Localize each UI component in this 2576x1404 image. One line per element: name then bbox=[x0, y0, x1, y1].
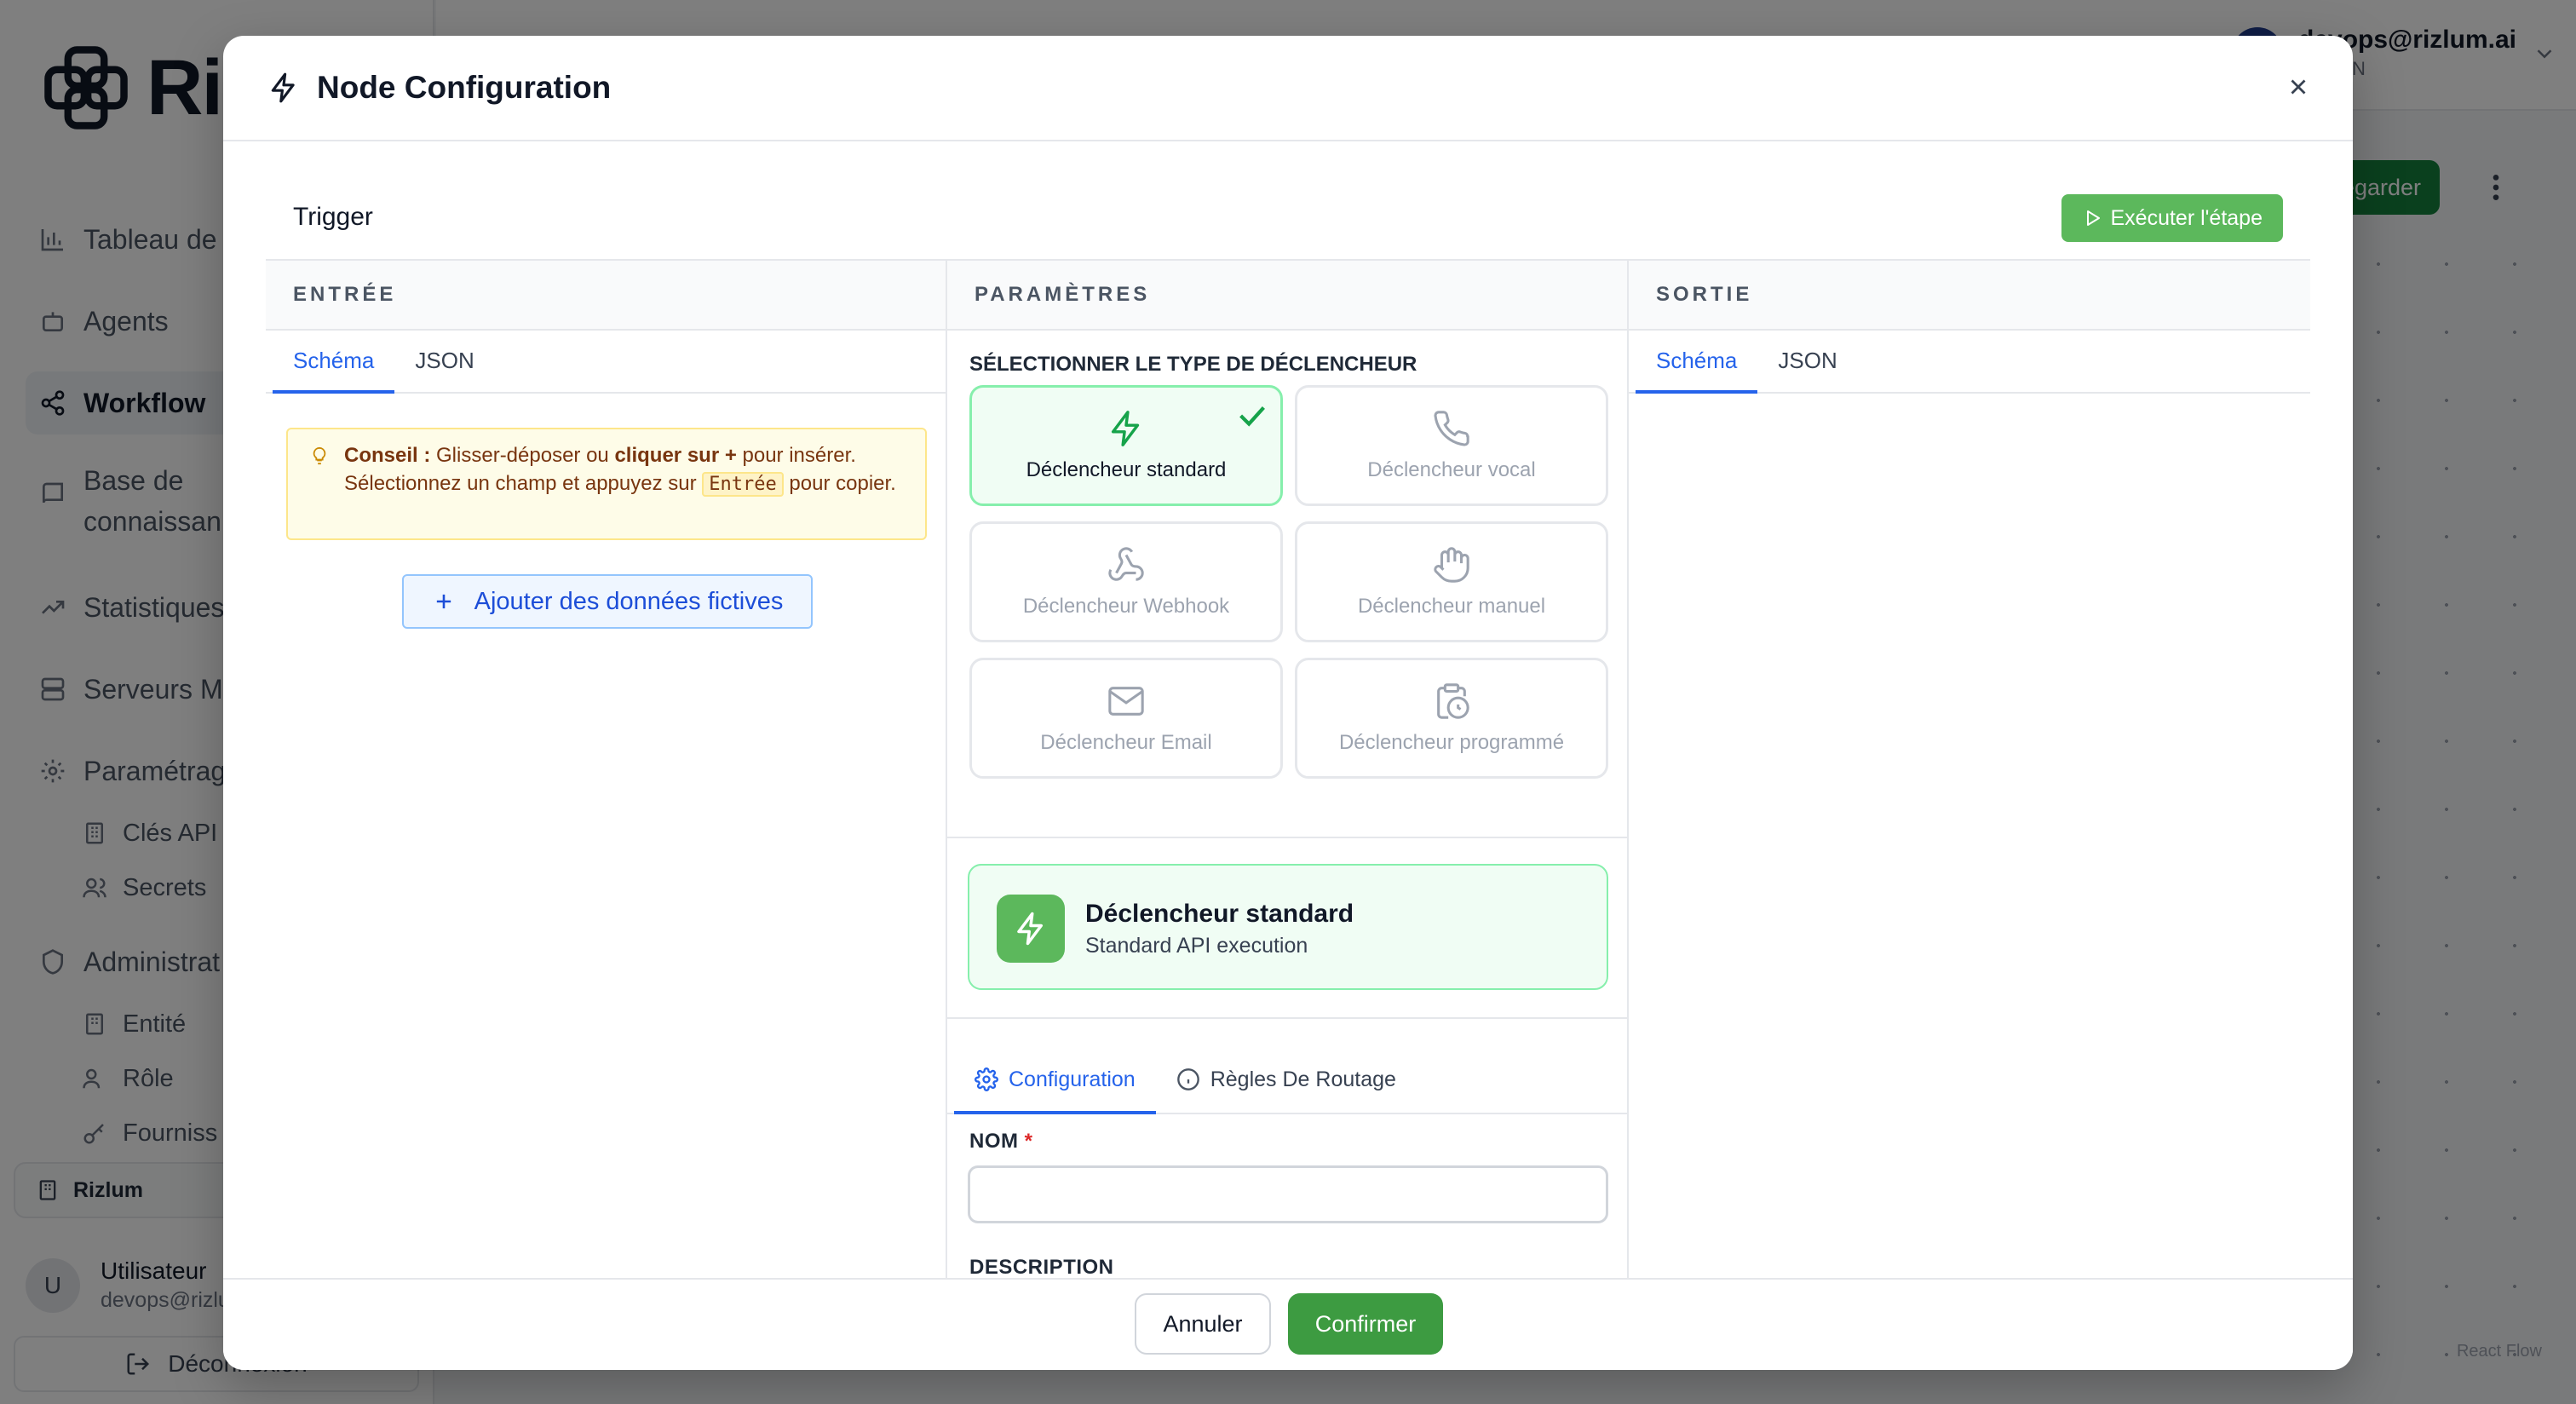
trigger-option-label: Déclencheur Email bbox=[1040, 731, 1212, 754]
tab-input-json[interactable]: JSON bbox=[394, 331, 494, 394]
cancel-button[interactable]: Annuler bbox=[1135, 1293, 1271, 1355]
phone-icon bbox=[1434, 411, 1469, 446]
node-configuration-dialog: Node Configuration Trigger Exécuter l'ét… bbox=[223, 36, 2353, 1370]
mail-icon bbox=[1108, 687, 1144, 716]
description-field-label: DESCRIPTION bbox=[969, 1256, 1114, 1279]
output-panel-header: SORTIE bbox=[1629, 261, 2310, 331]
output-tabs: Schéma JSON bbox=[1629, 331, 2310, 394]
input-tabs: Schéma JSON bbox=[266, 331, 946, 394]
dialog-title: Node Configuration bbox=[317, 70, 612, 105]
parameters-panel-header: PARAMÈTRES bbox=[947, 261, 1627, 331]
clipboard-clock-icon bbox=[1437, 683, 1469, 719]
node-subheader: Trigger Exécuter l'étape bbox=[266, 141, 2310, 261]
trigger-option-label: Déclencheur vocal bbox=[1367, 458, 1536, 481]
add-mock-data-button[interactable]: Ajouter des données fictives bbox=[402, 574, 813, 629]
hint-lead: Conseil : bbox=[344, 444, 431, 467]
add-mock-data-label: Ajouter des données fictives bbox=[474, 587, 784, 615]
play-icon bbox=[2086, 210, 2100, 226]
summary-icon-badge bbox=[997, 895, 1065, 963]
plus-icon bbox=[436, 594, 451, 609]
execute-step-button[interactable]: Exécuter l'étape bbox=[2061, 194, 2283, 242]
check-icon bbox=[1239, 406, 1265, 427]
selected-trigger-summary: Déclencheur standard Standard API execut… bbox=[968, 864, 1608, 990]
zap-icon bbox=[1111, 411, 1140, 446]
dialog-header: Node Configuration bbox=[223, 36, 2353, 141]
trigger-option-label: Déclencheur manuel bbox=[1357, 595, 1546, 618]
close-button[interactable] bbox=[2276, 65, 2320, 109]
output-panel: SORTIE Schéma JSON bbox=[1629, 261, 2310, 1314]
trigger-option-label: Déclencheur Webhook bbox=[1022, 595, 1230, 618]
config-tabs: Configuration Règles De Routage bbox=[947, 1048, 1627, 1114]
tab-configuration-label: Configuration bbox=[1009, 1067, 1136, 1091]
zap-icon bbox=[1017, 912, 1043, 946]
zap-icon bbox=[271, 72, 295, 103]
execute-step-label: Exécuter l'étape bbox=[2110, 205, 2263, 230]
hint-emphasis: cliquer sur + bbox=[614, 444, 737, 467]
hint-box: Conseil : Glisser-déposer ou cliquer sur… bbox=[286, 428, 927, 540]
name-label-text: NOM bbox=[969, 1130, 1019, 1153]
parameters-panel: PARAMÈTRES SÉLECTIONNER LE TYPE DE DÉCLE… bbox=[947, 261, 1629, 1314]
hand-icon bbox=[1434, 547, 1469, 583]
trigger-option-scheduled[interactable]: Déclencheur programmé bbox=[1295, 658, 1608, 779]
trigger-option-label: Déclencheur standard bbox=[1026, 458, 1227, 481]
summary-title: Déclencheur standard bbox=[1085, 900, 1354, 928]
trigger-option-voice[interactable]: Déclencheur vocal bbox=[1295, 385, 1608, 506]
tab-input-schema[interactable]: Schéma bbox=[273, 331, 395, 394]
lightbulb-icon bbox=[313, 446, 326, 465]
input-panel-header: ENTRÉE bbox=[266, 261, 946, 331]
confirm-button[interactable]: Confirmer bbox=[1288, 1293, 1443, 1355]
divider bbox=[947, 1017, 1627, 1019]
node-name: Trigger bbox=[293, 203, 373, 231]
close-icon bbox=[2291, 79, 2306, 95]
tab-routing-rules[interactable]: Règles De Routage bbox=[1156, 1048, 1417, 1114]
required-marker: * bbox=[1024, 1130, 1033, 1153]
dialog-footer: Annuler Confirmer bbox=[223, 1278, 2353, 1370]
tab-configuration[interactable]: Configuration bbox=[954, 1048, 1156, 1114]
tab-output-schema[interactable]: Schéma bbox=[1636, 331, 1758, 394]
config-panels: ENTRÉE Schéma JSON Conseil : Glisser-dép… bbox=[266, 261, 2310, 1314]
hint-key: Entrée bbox=[702, 472, 784, 497]
name-input[interactable] bbox=[968, 1165, 1608, 1223]
summary-subtitle: Standard API execution bbox=[1085, 934, 1308, 958]
hint-text-3: pour copier. bbox=[789, 472, 896, 495]
tab-routing-rules-label: Règles De Routage bbox=[1210, 1067, 1396, 1091]
info-icon bbox=[1176, 1068, 1199, 1090]
input-panel: ENTRÉE Schéma JSON Conseil : Glisser-dép… bbox=[266, 261, 947, 1314]
name-field-label: NOM * bbox=[969, 1130, 1033, 1154]
trigger-option-email[interactable]: Déclencheur Email bbox=[969, 658, 1283, 779]
trigger-option-webhook[interactable]: Déclencheur Webhook bbox=[969, 521, 1283, 642]
tab-output-json[interactable]: JSON bbox=[1757, 331, 1857, 394]
trigger-option-standard[interactable]: Déclencheur standard bbox=[969, 385, 1283, 506]
webhook-icon bbox=[1108, 547, 1144, 581]
trigger-option-label: Déclencheur programmé bbox=[1338, 731, 1565, 754]
divider bbox=[947, 837, 1627, 838]
trigger-option-manual[interactable]: Déclencheur manuel bbox=[1295, 521, 1608, 642]
trigger-type-label: SÉLECTIONNER LE TYPE DE DÉCLENCHEUR bbox=[969, 353, 1417, 376]
hint-text-1: Glisser-déposer ou bbox=[436, 444, 609, 467]
gear-icon bbox=[975, 1067, 998, 1091]
